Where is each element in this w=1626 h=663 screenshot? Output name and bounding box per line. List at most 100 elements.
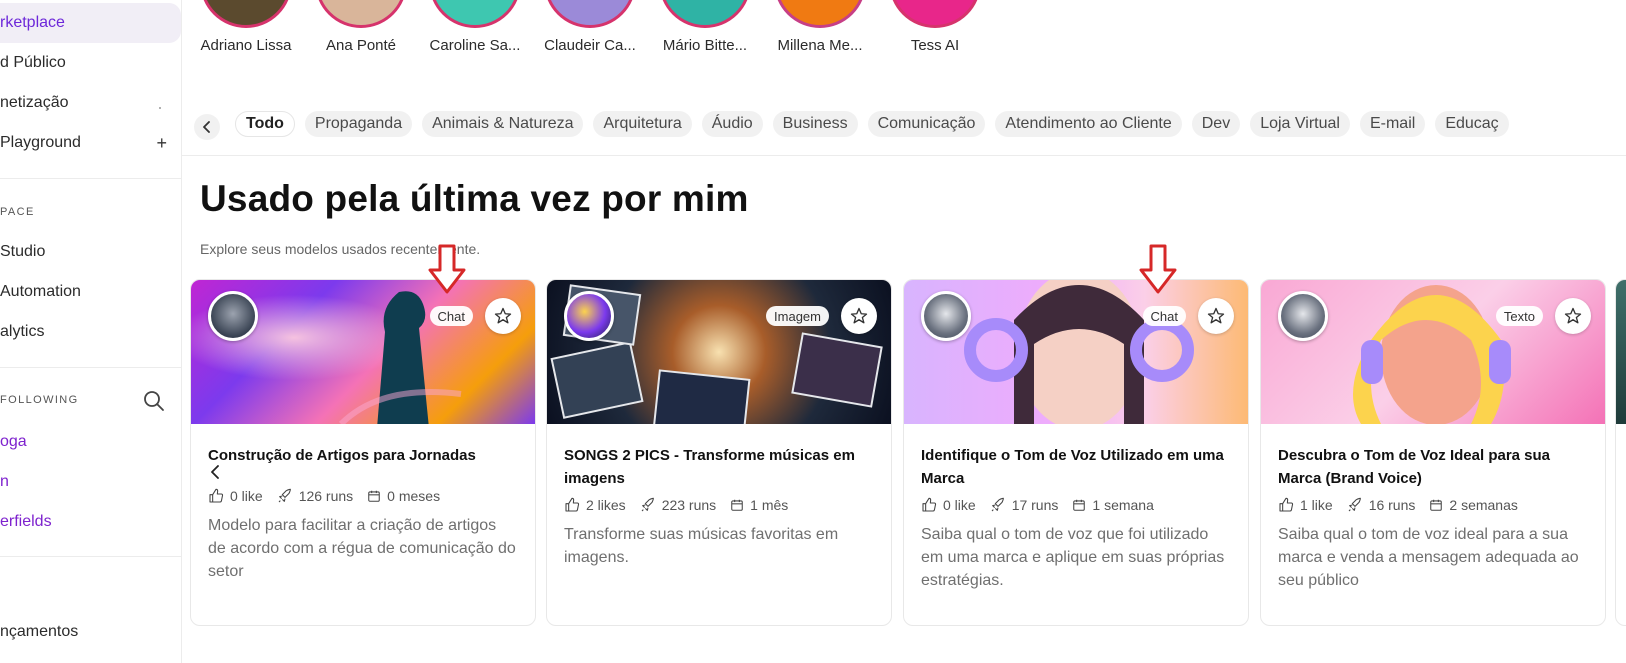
- category-chips: Todo Propaganda Animais & Natureza Arqui…: [235, 111, 1509, 137]
- following-link[interactable]: n: [0, 473, 9, 491]
- card-description: Saiba qual o tom de voz ideal para a sua…: [1278, 526, 1579, 589]
- category-chip[interactable]: Áudio: [701, 111, 763, 137]
- sidebar-item-label: nçamentos: [0, 623, 79, 640]
- sidebar-item-analytics[interactable]: alytics: [0, 312, 181, 352]
- card-title: Identifique o Tom de Voz Utilizado em um…: [921, 447, 1224, 487]
- calendar-icon: [1073, 499, 1086, 511]
- likes-count: 0 like: [208, 488, 263, 504]
- category-chip[interactable]: Propaganda: [304, 111, 413, 137]
- card-description: Transforme suas músicas favoritas em ima…: [564, 526, 839, 566]
- following-link[interactable]: oga: [0, 433, 27, 451]
- category-chip-todo[interactable]: Todo: [235, 111, 295, 137]
- model-card[interactable]: Texto Descubra o Tom de Voz Ideal para s…: [1260, 279, 1606, 626]
- model-card[interactable]: Chat Identifique o Tom de Voz Utilizado …: [903, 279, 1249, 626]
- sidebar-section-following: FOLLOWING: [0, 394, 79, 406]
- card-meta: 1 like 16 runs 2 semanas: [1278, 497, 1588, 513]
- model-card[interactable]: Chat Construção de Artigos para Jornadas…: [190, 279, 536, 626]
- card-type-tag: Texto: [1495, 306, 1543, 326]
- author-avatar[interactable]: [921, 291, 971, 341]
- category-bar: Todo Propaganda Animais & Natureza Arqui…: [182, 100, 1626, 156]
- sidebar-item-label: rketplace: [0, 14, 65, 31]
- sidebar-item-automation[interactable]: Automation: [0, 272, 181, 312]
- author-avatar[interactable]: [1278, 291, 1328, 341]
- time-ago: 1 semana: [1072, 497, 1154, 513]
- search-icon[interactable]: [143, 390, 165, 412]
- sidebar-divider: [0, 556, 181, 557]
- card-body: Identifique o Tom de Voz Utilizado em um…: [904, 424, 1248, 592]
- favorite-button[interactable]: [841, 298, 877, 334]
- creator-name: Caroline Sa...: [429, 37, 521, 54]
- category-chip[interactable]: Animais & Natureza: [422, 111, 584, 137]
- sidebar-item-label: Playground: [0, 134, 81, 151]
- likes-count: 1 like: [1278, 497, 1333, 513]
- creator-name: Claudeir Ca...: [544, 37, 636, 54]
- model-card-partial[interactable]: [1615, 279, 1626, 626]
- runs-count: 223 runs: [640, 497, 716, 513]
- avatar: [774, 0, 866, 28]
- category-chip[interactable]: Business: [772, 111, 858, 137]
- favorite-button[interactable]: [1555, 298, 1591, 334]
- sidebar-item-label: Automation: [0, 283, 81, 300]
- category-chip[interactable]: Arquitetura: [593, 111, 692, 137]
- add-playground-button[interactable]: +: [156, 133, 167, 154]
- avatar: [544, 0, 636, 28]
- calendar-icon: [368, 490, 380, 502]
- time-label: 1 mês: [750, 497, 789, 513]
- chevron-left-icon[interactable]: [208, 465, 222, 479]
- runs-label: 16 runs: [1368, 497, 1416, 513]
- card-meta: 0 like 17 runs 1 semana: [921, 497, 1231, 513]
- sidebar-item-playground[interactable]: Playground +: [0, 123, 181, 163]
- likes-label: 1 like: [1300, 497, 1333, 513]
- sidebar-item-publico[interactable]: d Público: [0, 43, 181, 83]
- creator-name: Ana Ponté: [325, 37, 397, 54]
- runs-count: 16 runs: [1347, 497, 1416, 513]
- card-cover-image: Chat: [904, 280, 1248, 424]
- star-icon: [1207, 307, 1225, 324]
- annotation-arrow-icon: [1139, 244, 1177, 294]
- author-avatar[interactable]: [564, 291, 614, 341]
- star-icon: [1564, 307, 1582, 324]
- card-type-tag: Chat: [429, 306, 473, 326]
- page-title: Usado pela última vez por mim: [200, 178, 749, 219]
- calendar-icon: [1430, 499, 1443, 511]
- sidebar-divider: [0, 178, 181, 179]
- sidebar-item-lancamentos[interactable]: nçamentos: [0, 612, 181, 652]
- following-link[interactable]: erfields: [0, 513, 52, 531]
- avatar: [889, 0, 981, 28]
- category-chip[interactable]: Comunicação: [867, 111, 986, 137]
- category-chip[interactable]: Atendimento ao Cliente: [995, 111, 1182, 137]
- rocket-icon: [991, 497, 1004, 512]
- star-icon: [494, 307, 512, 324]
- model-card[interactable]: Imagem SONGS 2 PICS - Transforme músicas…: [546, 279, 892, 626]
- card-type-tag: Imagem: [766, 306, 829, 326]
- category-chip[interactable]: Loja Virtual: [1250, 111, 1350, 137]
- creator-name: Mário Bitte...: [662, 37, 748, 54]
- author-avatar[interactable]: [208, 291, 258, 341]
- chevron-left-icon: [203, 121, 210, 133]
- category-chip[interactable]: Educaç: [1435, 111, 1509, 137]
- favorite-button[interactable]: [485, 298, 521, 334]
- likes-label: 0 like: [943, 497, 976, 513]
- category-scroll-left-button[interactable]: [194, 114, 220, 140]
- runs-label: 126 runs: [298, 488, 354, 504]
- category-chip[interactable]: E-mail: [1359, 111, 1426, 137]
- runs-label: 17 runs: [1011, 497, 1059, 513]
- sidebar-divider: [0, 367, 181, 368]
- time-ago: 1 mês: [730, 497, 788, 513]
- sidebar-item-monetizacao[interactable]: netização: [0, 83, 181, 123]
- runs-count: 126 runs: [277, 488, 353, 504]
- sidebar-item-marketplace[interactable]: rketplace: [0, 3, 181, 43]
- card-title: SONGS 2 PICS - Transforme músicas em ima…: [564, 447, 855, 487]
- card-cover-image: [1616, 280, 1626, 424]
- sidebar-item-studio[interactable]: Studio: [0, 232, 181, 272]
- category-chip[interactable]: Dev: [1191, 111, 1241, 137]
- avatar: [429, 0, 521, 28]
- card-title: Descubra o Tom de Voz Ideal para sua Mar…: [1278, 447, 1551, 487]
- likes-label: 0 like: [230, 488, 263, 504]
- rocket-icon: [641, 497, 654, 512]
- card-meta: 0 like 126 runs 0 meses: [208, 488, 518, 504]
- favorite-button[interactable]: [1198, 298, 1234, 334]
- indicator-dot: [159, 107, 161, 109]
- card-description: Modelo para facilitar a criação de artig…: [208, 517, 516, 580]
- time-label: 2 semanas: [1449, 497, 1518, 513]
